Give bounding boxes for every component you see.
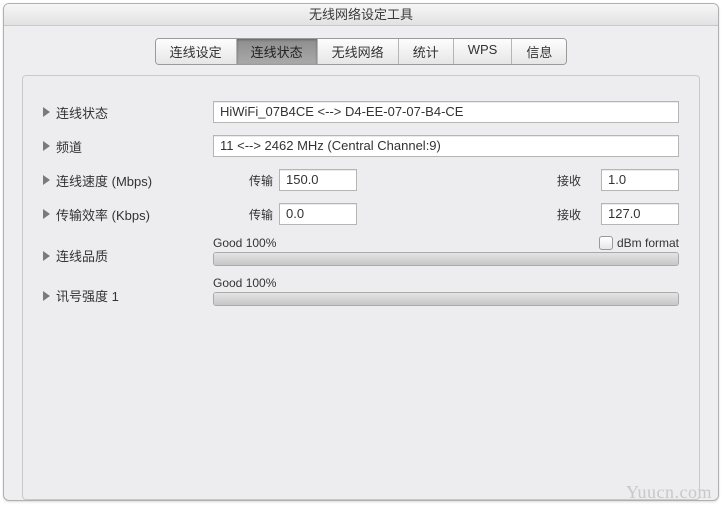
field-speed-tx[interactable]: 150.0 xyxy=(279,169,357,191)
triangle-icon xyxy=(43,251,50,261)
quality-text: Good 100% xyxy=(213,236,276,250)
watermark-text: Yuucn.com xyxy=(626,482,712,503)
row-signal: 讯号强度 1 Good 100% xyxy=(43,276,679,306)
disclosure-throughput[interactable]: 传输效率 (Kbps) xyxy=(43,205,213,224)
disclosure-connection-status[interactable]: 连线状态 xyxy=(43,103,213,122)
window-titlebar: 无线网络设定工具 xyxy=(4,4,718,26)
label-connection-status: 连线状态 xyxy=(56,103,108,122)
window-title: 无线网络设定工具 xyxy=(309,7,413,22)
row-channel: 频道 11 <--> 2462 MHz (Central Channel:9) xyxy=(43,134,679,158)
signal-text: Good 100% xyxy=(213,276,276,290)
label-throughput-rx: 接收 xyxy=(531,206,581,223)
dbm-checkbox-label[interactable]: dBm format xyxy=(599,236,679,250)
tab-connection-status[interactable]: 连线状态 xyxy=(237,39,318,64)
label-throughput: 传输效率 (Kbps) xyxy=(56,205,150,224)
disclosure-channel[interactable]: 频道 xyxy=(43,137,213,156)
content-panel: 连线状态 HiWiFi_07B4CE <--> D4-EE-07-07-B4-C… xyxy=(22,75,700,500)
tab-wps[interactable]: WPS xyxy=(454,39,513,64)
triangle-icon xyxy=(43,291,50,301)
label-quality: 连线品质 xyxy=(56,246,108,265)
field-speed-rx[interactable]: 1.0 xyxy=(601,169,679,191)
row-quality: 连线品质 Good 100% dBm format xyxy=(43,236,679,266)
row-throughput: 传输效率 (Kbps) 传输 0.0 接收 127.0 xyxy=(43,202,679,226)
field-throughput-rx[interactable]: 127.0 xyxy=(601,203,679,225)
quality-progress-fill xyxy=(214,253,678,265)
quality-bar-wrap: Good 100% dBm format xyxy=(213,236,679,266)
quality-progressbar xyxy=(213,252,679,266)
tab-info[interactable]: 信息 xyxy=(512,39,566,64)
wifi-utility-window: 无线网络设定工具 连线设定 连线状态 无线网络 统计 WPS 信息 连线状态 H… xyxy=(3,3,719,501)
signal-progressbar xyxy=(213,292,679,306)
dbm-label-text: dBm format xyxy=(617,236,679,250)
label-speed: 连线速度 (Mbps) xyxy=(56,171,152,190)
disclosure-signal[interactable]: 讯号强度 1 xyxy=(43,286,213,305)
triangle-icon xyxy=(43,209,50,219)
triangle-icon xyxy=(43,107,50,117)
tab-bar: 连线设定 连线状态 无线网络 统计 WPS 信息 xyxy=(4,26,718,65)
tab-connection-settings[interactable]: 连线设定 xyxy=(156,39,237,64)
triangle-icon xyxy=(43,175,50,185)
disclosure-speed[interactable]: 连线速度 (Mbps) xyxy=(43,171,213,190)
tab-statistics[interactable]: 统计 xyxy=(399,39,454,64)
label-speed-tx: 传输 xyxy=(213,172,273,189)
row-speed: 连线速度 (Mbps) 传输 150.0 接收 1.0 xyxy=(43,168,679,192)
label-speed-rx: 接收 xyxy=(531,172,581,189)
dbm-checkbox[interactable] xyxy=(599,236,613,250)
throughput-subrow: 传输 0.0 接收 127.0 xyxy=(213,203,679,225)
label-throughput-tx: 传输 xyxy=(213,206,273,223)
label-signal: 讯号强度 1 xyxy=(56,286,119,305)
field-throughput-tx[interactable]: 0.0 xyxy=(279,203,357,225)
signal-bar-wrap: Good 100% xyxy=(213,276,679,306)
disclosure-quality[interactable]: 连线品质 xyxy=(43,246,213,265)
field-connection-status[interactable]: HiWiFi_07B4CE <--> D4-EE-07-07-B4-CE xyxy=(213,101,679,123)
speed-subrow: 传输 150.0 接收 1.0 xyxy=(213,169,679,191)
tabs-group: 连线设定 连线状态 无线网络 统计 WPS 信息 xyxy=(155,38,568,65)
signal-progress-fill xyxy=(214,293,678,305)
triangle-icon xyxy=(43,141,50,151)
field-channel[interactable]: 11 <--> 2462 MHz (Central Channel:9) xyxy=(213,135,679,157)
label-channel: 频道 xyxy=(56,137,82,156)
tab-wireless-networks[interactable]: 无线网络 xyxy=(318,39,399,64)
row-connection-status: 连线状态 HiWiFi_07B4CE <--> D4-EE-07-07-B4-C… xyxy=(43,100,679,124)
